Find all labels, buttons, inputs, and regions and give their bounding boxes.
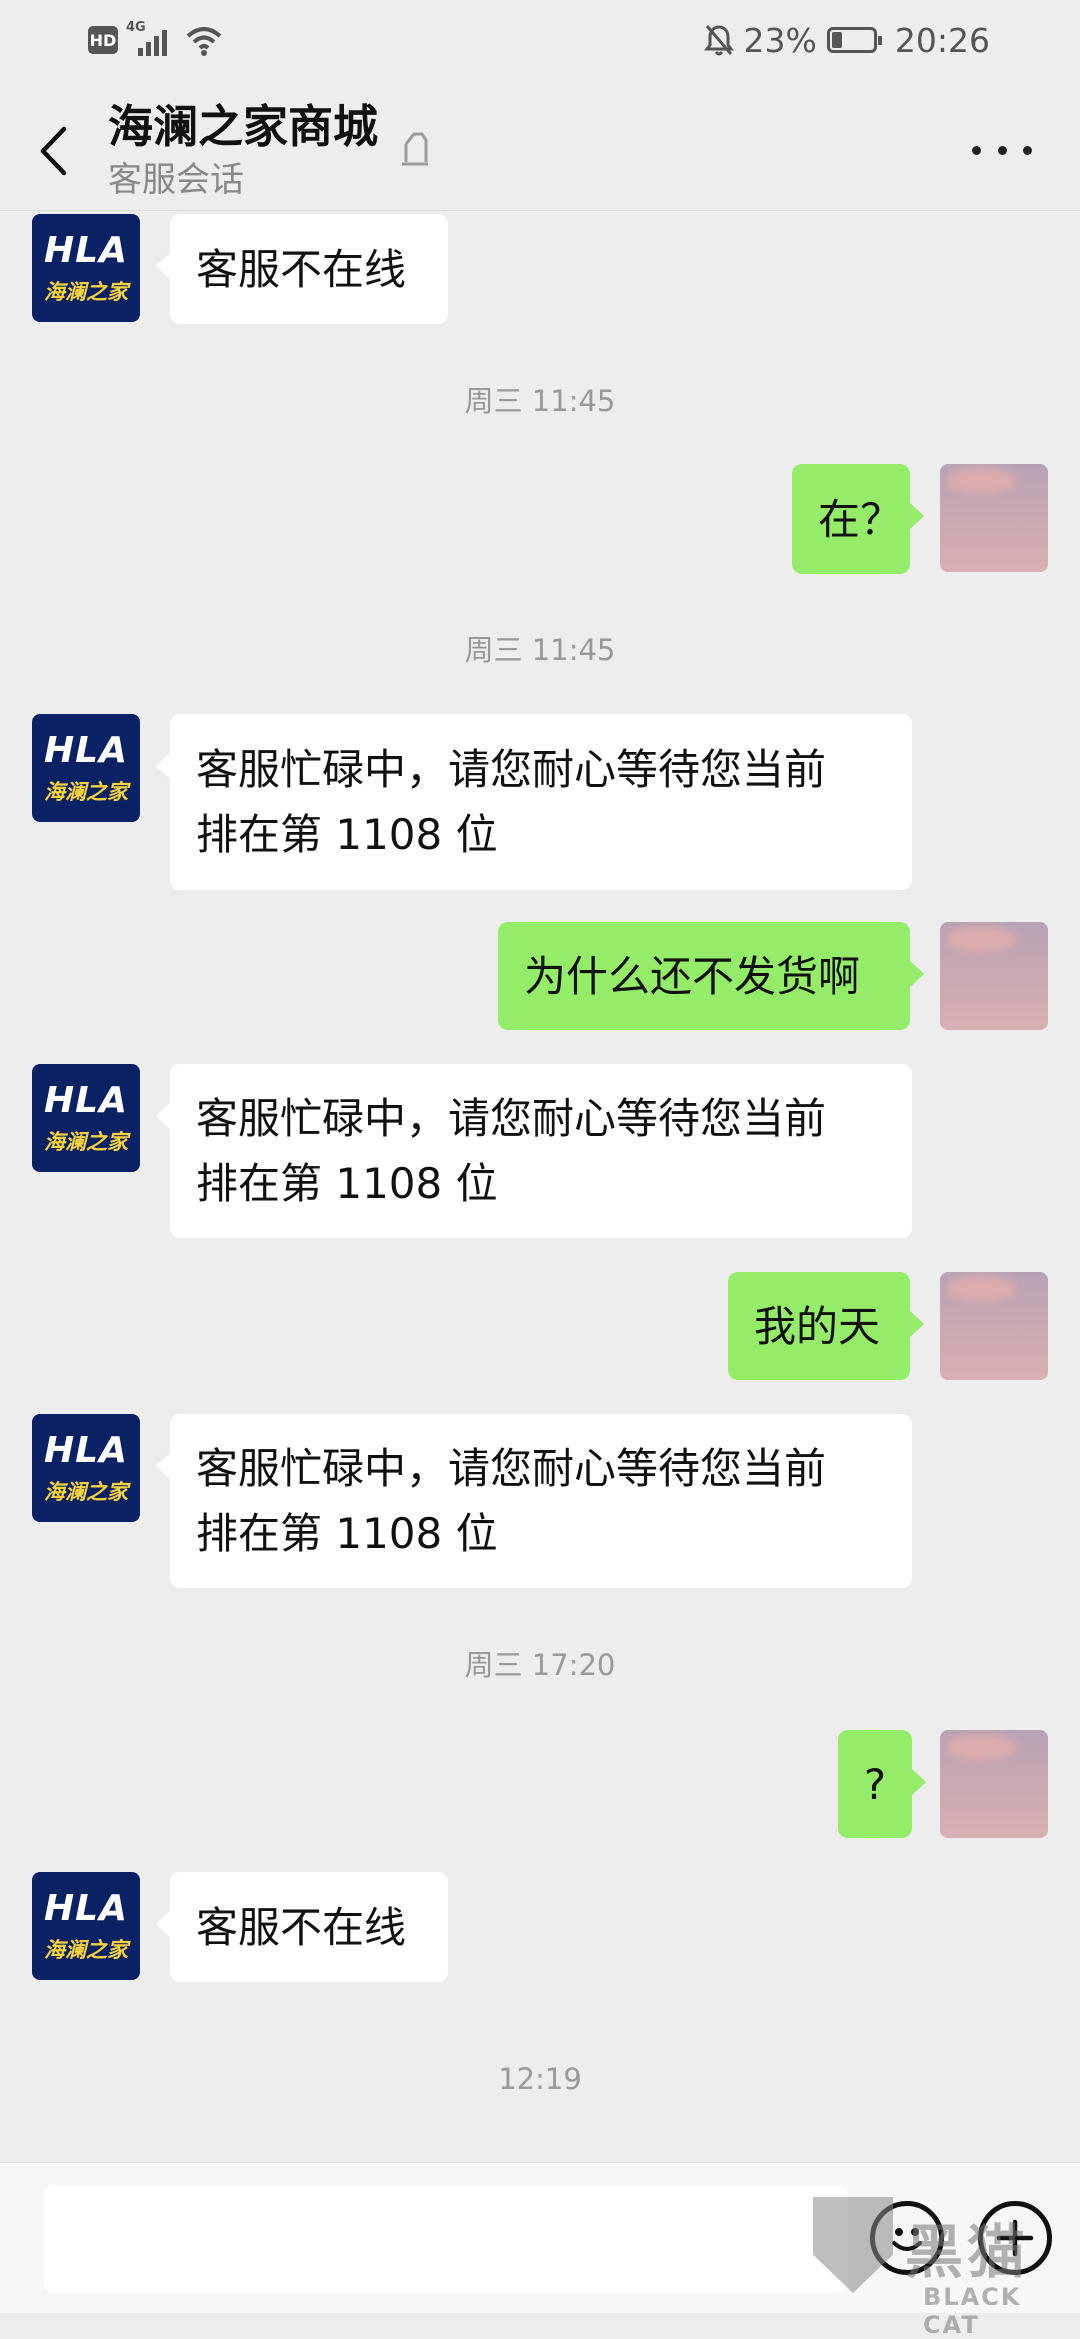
- shop-avatar[interactable]: HLA 海澜之家: [32, 1064, 140, 1172]
- input-bar: [0, 2162, 1080, 2313]
- shop-avatar[interactable]: HLA 海澜之家: [32, 714, 140, 822]
- smiley-icon: [892, 2228, 922, 2251]
- message-text: 客服不在线: [196, 1902, 407, 1952]
- incoming-message[interactable]: 客服不在线: [156, 214, 448, 324]
- pin-icon: [402, 132, 428, 166]
- signal-icon: 4G: [126, 20, 176, 60]
- message-text-line: 排在第 1108 位: [196, 1509, 498, 1558]
- user-avatar[interactable]: [940, 1730, 1048, 1838]
- shop-avatar[interactable]: HLA 海澜之家: [32, 214, 140, 322]
- chat-subtitle: 客服会话: [108, 160, 244, 200]
- status-bar: HD 4G 23% 20:26: [0, 0, 1080, 80]
- plus-icon: [996, 2219, 1034, 2257]
- shop-logo-cn: 海澜之家: [44, 280, 128, 304]
- message-text: 为什么还不发货啊: [524, 951, 861, 1001]
- message-text-line: 排在第 1108 位: [196, 810, 498, 859]
- user-avatar[interactable]: [940, 464, 1048, 572]
- message-timestamp: 周三 11:45: [464, 384, 616, 418]
- message-text-line: 客服忙碌中，请您耐心等待您当前: [196, 1444, 827, 1493]
- incoming-message[interactable]: 客服忙碌中，请您耐心等待您当前 排在第 1108 位: [156, 714, 912, 890]
- shop-avatar[interactable]: HLA 海澜之家: [32, 1872, 140, 1980]
- message-text: ?: [863, 1759, 887, 1809]
- user-avatar[interactable]: [940, 1272, 1048, 1380]
- shop-logo-cn: 海澜之家: [44, 1938, 128, 1962]
- wifi-icon: [186, 27, 222, 56]
- outgoing-message[interactable]: 在？: [792, 464, 924, 574]
- message-timestamp: 周三 11:45: [464, 633, 616, 667]
- more-options-button[interactable]: [972, 130, 1032, 170]
- message-timestamp: 周三 17:20: [464, 1648, 616, 1682]
- status-right: 23% 20:26: [703, 18, 990, 62]
- hd-badge: HD: [88, 26, 118, 54]
- shop-logo-text: HLA: [44, 230, 128, 271]
- plus-button[interactable]: [978, 2201, 1052, 2275]
- incoming-message[interactable]: 客服忙碌中，请您耐心等待您当前 排在第 1108 位: [156, 1064, 912, 1238]
- shop-logo-text: HLA: [44, 1080, 128, 1121]
- chevron-left-icon: [40, 126, 67, 176]
- shop-logo-text: HLA: [44, 1888, 128, 1929]
- outgoing-message[interactable]: 为什么还不发货啊: [498, 922, 924, 1030]
- incoming-message[interactable]: 客服忙碌中，请您耐心等待您当前 排在第 1108 位: [156, 1414, 912, 1588]
- shop-logo-cn: 海澜之家: [44, 780, 128, 804]
- chat-header: 海澜之家商城 客服会话: [0, 80, 1080, 211]
- user-avatar[interactable]: [940, 922, 1048, 1030]
- chat-title: 海澜之家商城: [108, 100, 379, 153]
- battery-percent: 23%: [743, 20, 817, 60]
- status-left: HD 4G: [88, 18, 224, 62]
- shop-logo-cn: 海澜之家: [44, 1480, 128, 1504]
- message-input[interactable]: [44, 2185, 848, 2293]
- incoming-message[interactable]: 客服不在线: [156, 1872, 448, 1982]
- message-text: 在？: [818, 494, 903, 544]
- shop-logo-cn: 海澜之家: [44, 1130, 128, 1154]
- battery-icon: [826, 27, 882, 53]
- outgoing-message[interactable]: ?: [838, 1730, 926, 1838]
- message-text: 客服不在线: [196, 244, 407, 294]
- message-text-line: 客服忙碌中，请您耐心等待您当前: [196, 745, 827, 794]
- shop-avatar[interactable]: HLA 海澜之家: [32, 1414, 140, 1522]
- back-button[interactable]: [28, 116, 78, 186]
- message-timestamp: 12:19: [498, 2062, 582, 2096]
- clock: 20:26: [894, 20, 990, 60]
- bell-muted-icon: [703, 25, 734, 56]
- outgoing-message[interactable]: 我的天: [728, 1272, 924, 1380]
- message-text: 我的天: [754, 1301, 881, 1351]
- shop-logo-text: HLA: [44, 1430, 128, 1471]
- emoji-button[interactable]: [870, 2201, 944, 2275]
- message-text-line: 排在第 1108 位: [196, 1159, 498, 1208]
- message-text-line: 客服忙碌中，请您耐心等待您当前: [196, 1094, 827, 1143]
- shop-logo-text: HLA: [44, 730, 128, 771]
